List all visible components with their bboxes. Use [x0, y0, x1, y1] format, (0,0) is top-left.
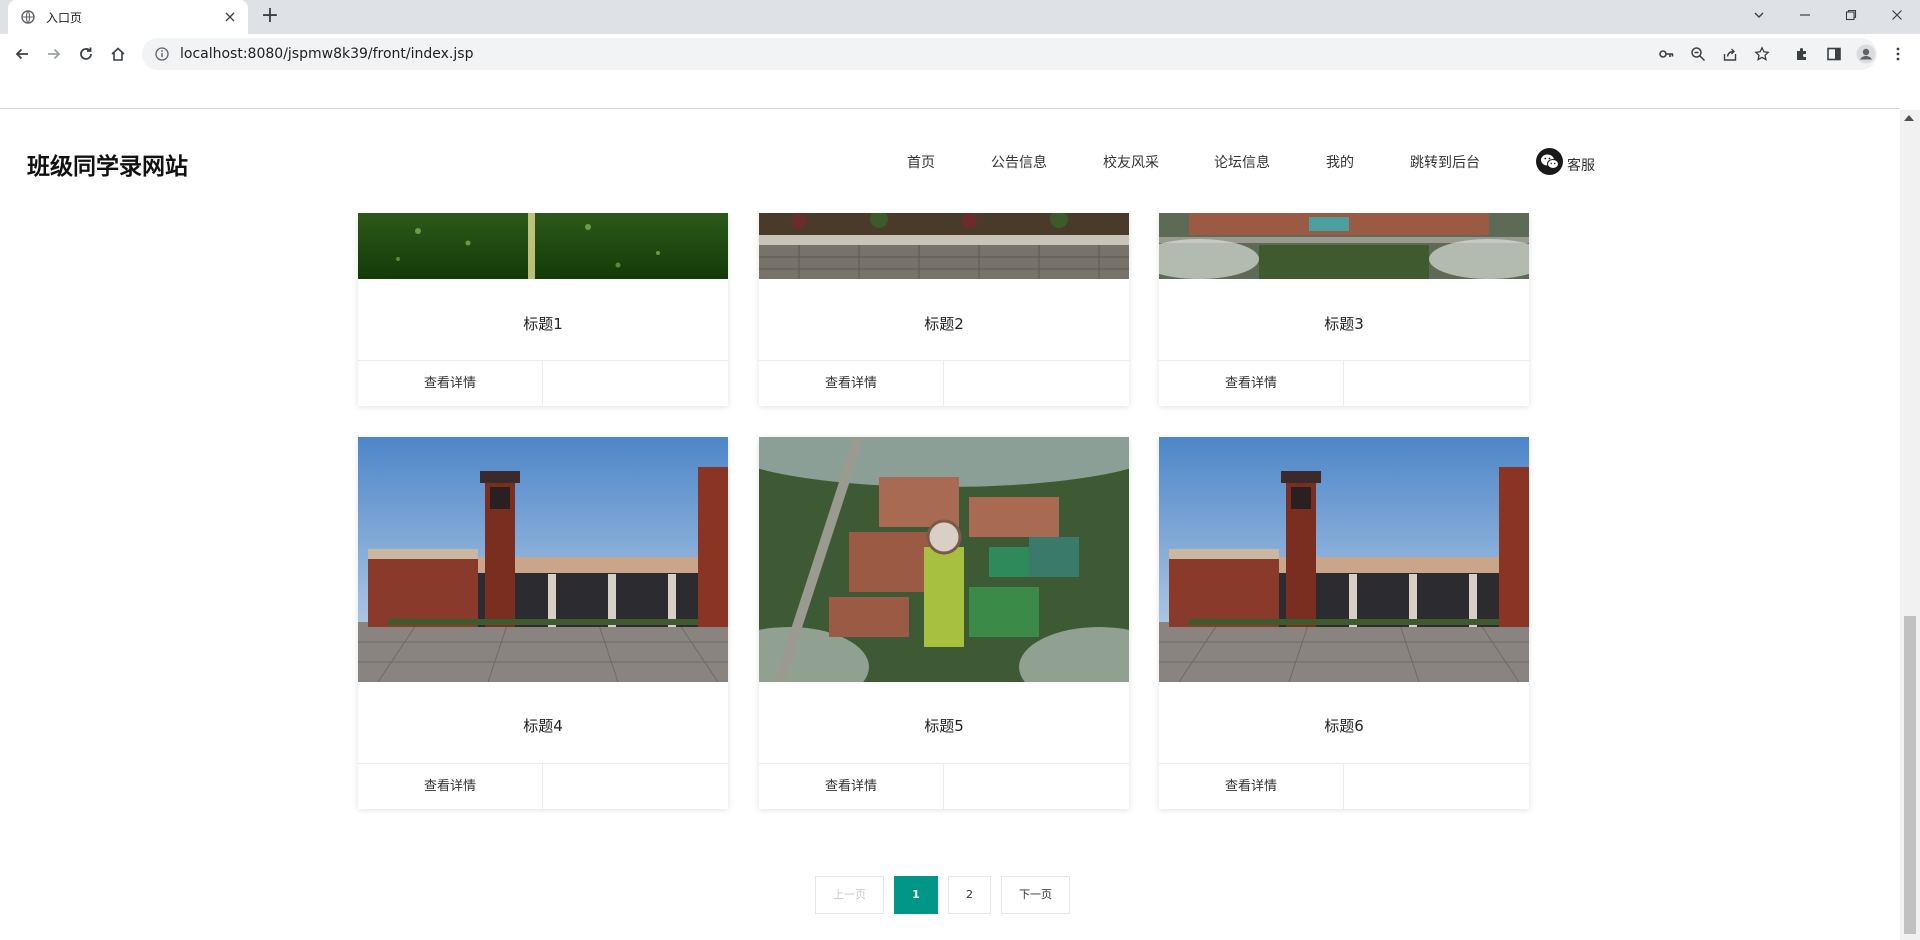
share-icon[interactable] — [1718, 42, 1742, 66]
customer-service-button[interactable]: 客服 — [1536, 148, 1595, 175]
browser-toolbar: localhost:8080/jspmw8k39/front/index.jsp — [0, 34, 1920, 74]
key-icon[interactable] — [1654, 42, 1678, 66]
card-title-3: 标题3 — [1324, 315, 1364, 333]
page-2-button[interactable]: 2 — [948, 876, 991, 914]
site-header: 班级同学录网站 首页 公告信息 校友风采 论坛信息 我的 跳转到后台 客服 — [0, 110, 1900, 213]
card-image-3[interactable] — [1159, 213, 1529, 279]
browser-tab[interactable]: 入口页 × — [8, 0, 248, 34]
profile-avatar-icon[interactable] — [1854, 42, 1878, 66]
reload-icon[interactable] — [74, 42, 98, 66]
view-detail-button-2[interactable]: 查看详情 — [759, 361, 944, 407]
view-detail-button-3[interactable]: 查看详情 — [1159, 361, 1344, 407]
card-2[interactable]: 标题2 查看详情 — [759, 213, 1129, 407]
customer-service-label: 客服 — [1567, 157, 1595, 174]
close-tab-icon[interactable]: × — [222, 9, 238, 25]
nav-item-alumni[interactable]: 校友风采 — [1103, 152, 1159, 172]
minimize-window-icon[interactable] — [1782, 0, 1828, 30]
card-image-4[interactable] — [358, 437, 728, 682]
card-title-5: 标题5 — [924, 717, 964, 735]
view-detail-button-1[interactable]: 查看详情 — [358, 361, 543, 407]
tab-search-icon[interactable] — [1736, 0, 1782, 30]
page-scrollbar[interactable] — [1900, 110, 1920, 940]
card-title-2: 标题2 — [924, 315, 964, 333]
side-panel-icon[interactable] — [1822, 42, 1846, 66]
zoom-icon[interactable] — [1686, 42, 1710, 66]
nav-item-announcements[interactable]: 公告信息 — [991, 152, 1047, 172]
close-window-icon[interactable] — [1874, 0, 1920, 30]
forward-icon[interactable] — [42, 42, 66, 66]
extensions-puzzle-icon[interactable] — [1790, 42, 1814, 66]
next-page-button[interactable]: 下一页 — [1001, 876, 1070, 914]
nav-item-admin[interactable]: 跳转到后台 — [1410, 152, 1480, 172]
address-bar[interactable]: localhost:8080/jspmw8k39/front/index.jsp — [142, 38, 1877, 70]
nav-item-home[interactable]: 首页 — [907, 152, 935, 172]
prev-page-button[interactable]: 上一页 — [815, 876, 884, 914]
nav-item-forum[interactable]: 论坛信息 — [1214, 152, 1270, 172]
chrome-divider — [0, 108, 1900, 109]
card-title-1: 标题1 — [523, 315, 563, 333]
view-detail-button-6[interactable]: 查看详情 — [1159, 764, 1344, 810]
url-text: localhost:8080/jspmw8k39/front/index.jsp — [180, 46, 474, 62]
card-actions-4: 查看详情 — [358, 763, 728, 810]
browser-menu-icon[interactable] — [1886, 42, 1910, 66]
card-image-6[interactable] — [1159, 437, 1529, 682]
card-actions-2: 查看详情 — [759, 360, 1129, 407]
card-actions-5: 查看详情 — [759, 763, 1129, 810]
card-1[interactable]: 标题1 查看详情 — [358, 213, 728, 407]
card-actions-1: 查看详情 — [358, 360, 728, 407]
site-info-icon[interactable] — [154, 46, 170, 62]
card-3[interactable]: 标题3 查看详情 — [1159, 213, 1529, 407]
card-actions-3: 查看详情 — [1159, 360, 1529, 407]
card-image-2[interactable] — [759, 213, 1129, 279]
card-image-5[interactable] — [759, 437, 1129, 682]
nav-item-mine[interactable]: 我的 — [1326, 152, 1354, 172]
browser-tab-strip: 入口页 × + — [0, 0, 1920, 34]
view-detail-button-4[interactable]: 查看详情 — [358, 764, 543, 810]
view-detail-button-5[interactable]: 查看详情 — [759, 764, 944, 810]
globe-icon — [20, 9, 36, 25]
card-4[interactable]: 标题4 查看详情 — [358, 437, 728, 810]
back-icon[interactable] — [10, 42, 34, 66]
card-6[interactable]: 标题6 查看详情 — [1159, 437, 1529, 810]
card-image-1[interactable] — [358, 213, 728, 279]
gallery-content: 标题1 查看详情 标题2 查看详情 标题3 查看详情 标题4 查看详情 标题5 … — [0, 213, 1900, 940]
new-tab-button[interactable]: + — [258, 5, 282, 29]
card-title-4: 标题4 — [523, 717, 563, 735]
home-icon[interactable] — [106, 42, 130, 66]
card-actions-6: 查看详情 — [1159, 763, 1529, 810]
scroll-up-arrow-icon[interactable] — [1904, 115, 1914, 121]
page-1-button[interactable]: 1 — [894, 876, 938, 914]
wechat-icon — [1536, 148, 1563, 175]
site-logo[interactable]: 班级同学录网站 — [27, 147, 188, 181]
card-title-6: 标题6 — [1324, 717, 1364, 735]
card-5[interactable]: 标题5 查看详情 — [759, 437, 1129, 810]
restore-window-icon[interactable] — [1828, 0, 1874, 30]
bookmark-star-icon[interactable] — [1750, 42, 1774, 66]
tab-title: 入口页 — [46, 10, 83, 25]
scrollbar-thumb[interactable] — [1904, 616, 1916, 934]
